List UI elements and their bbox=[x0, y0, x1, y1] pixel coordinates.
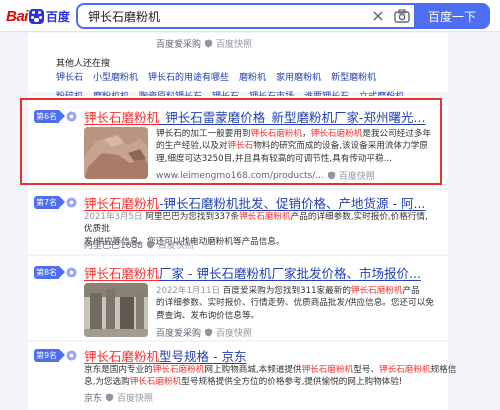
snippet-text: 京东是国内专业的 bbox=[84, 365, 153, 375]
related-row: 钾长石 小型磨粉机 钾长石的用途有哪些 磨粉机 家用磨粉机 新型磨粉机 bbox=[56, 70, 416, 83]
snippet-text: 的详细参数、实时报价、行情走势、优质商品批发/供应信息。您还可以免 bbox=[156, 298, 434, 309]
related-link[interactable]: 钾长石 bbox=[56, 70, 83, 83]
title-keyword: 钾长石磨粉机 bbox=[84, 196, 160, 211]
search-input[interactable] bbox=[78, 5, 348, 27]
result-title-9[interactable]: 钾长石磨粉机型号规格 - 京东 bbox=[84, 346, 434, 365]
result-meta-9: 京东 百度快照 bbox=[84, 391, 153, 404]
snapshot-link[interactable]: 百度快照 bbox=[216, 326, 252, 339]
result-title-7[interactable]: 钾长石磨粉机-钾长石磨粉机批发、促销价格、产地货源 - 阿... bbox=[84, 193, 434, 212]
shield-icon bbox=[204, 39, 213, 48]
related-link[interactable]: 钾长石的用途有哪些 bbox=[148, 70, 229, 83]
result-snippet-8: 2022年1月11日 百度爱采购为您找到311家最新的钾长石磨粉机产品 的详细参… bbox=[156, 285, 438, 322]
shield-icon bbox=[204, 328, 213, 337]
related-link[interactable]: 小型磨粉机 bbox=[93, 70, 138, 83]
shield-icon bbox=[327, 171, 335, 180]
factory-image bbox=[84, 283, 148, 337]
snippet-keyword: 钾长石磨粉机 bbox=[378, 365, 431, 375]
snippet-keyword: 钾长石磨粉机 bbox=[129, 377, 182, 388]
title-keyword: 钾长石磨粉机 bbox=[84, 110, 160, 125]
shield-icon bbox=[146, 240, 155, 249]
snippet-text: 规格信 bbox=[430, 365, 457, 375]
related-link[interactable]: 新型磨粉机 bbox=[331, 70, 376, 83]
rank-badge-7: 第7名 bbox=[34, 196, 65, 209]
related-link[interactable]: 家用磨粉机 bbox=[276, 70, 321, 83]
snippet-keyword: 钾长石磨粉机 bbox=[310, 129, 363, 139]
title-keyword: 钾长石磨粉机 bbox=[84, 349, 160, 364]
title-rest: -钾长石磨粉机批发、促销价格、产地货源 - 阿... bbox=[159, 196, 426, 211]
snippet-text: 产品 bbox=[402, 286, 420, 296]
snippet-keyword: 钾长石磨粉机 bbox=[239, 212, 291, 222]
related-link[interactable]: 磨粉机 bbox=[239, 70, 266, 83]
result-source[interactable]: 百度爱采购 bbox=[156, 326, 201, 339]
snippet-text: 息,为您选购 bbox=[84, 377, 130, 388]
snippet-keyword: 钾长石磨粉机 bbox=[152, 365, 205, 375]
snippet-date: 2021年3月5日 bbox=[84, 212, 143, 222]
snippet-text: 阿里巴巴为您找到337条 bbox=[145, 212, 240, 222]
info-icon bbox=[66, 350, 77, 361]
result-meta-7: 阿里巴巴1688 百度快照 bbox=[84, 238, 194, 251]
camera-icon[interactable] bbox=[393, 8, 411, 24]
related-searches-title: 其他人还在搜 bbox=[56, 59, 111, 69]
result-meta-8: 百度爱采购 百度快照 bbox=[156, 326, 252, 339]
snippet-keyword: 钾长石磨粉机 bbox=[301, 365, 354, 375]
snippet-text: 的生产经验,以及对 bbox=[156, 141, 228, 152]
snapshot-link[interactable]: 百度快照 bbox=[339, 169, 375, 182]
result-snippet-6: 钾长石的加工一般要用到钾长石磨粉机，钾长石磨粉机是我公司经过多年 的生产经验,以… bbox=[156, 128, 436, 165]
snippet-text: 百度爱采购为您找到311家最新的 bbox=[222, 286, 351, 296]
result-thumbnail-8[interactable] bbox=[84, 283, 148, 337]
snippet-text: ， bbox=[302, 129, 311, 139]
prev-source[interactable]: 百度爱采购 bbox=[156, 37, 201, 50]
result-source[interactable]: 阿里巴巴1688 bbox=[84, 238, 143, 251]
result-snippet-9: 京东是国内专业的钾长石磨粉机网上购物商城,本频道提供钾长石磨粉机型号、钾长石磨粉… bbox=[84, 364, 456, 389]
snippet-date: 2022年1月11日 bbox=[156, 286, 221, 296]
prev-snapshot-link[interactable]: 百度快照 bbox=[216, 37, 252, 50]
snapshot-link[interactable]: 百度快照 bbox=[117, 391, 153, 404]
snippet-text: 型号、 bbox=[353, 365, 379, 375]
rank-badge-9: 第9名 bbox=[34, 349, 65, 362]
result-source[interactable]: 京东 bbox=[84, 391, 102, 404]
rank-badge-8: 第8名 bbox=[34, 266, 65, 279]
title-rest: 厂家 - 钾长石磨粉机厂家批发价格、市场报价... bbox=[159, 266, 421, 281]
result-title-8[interactable]: 钾长石磨粉机厂家 - 钾长石磨粉机厂家批发价格、市场报价... bbox=[84, 263, 434, 282]
title-rest: _钾长石雷蒙磨价格_新型磨粉机厂家-郑州曙光... bbox=[159, 110, 426, 125]
search-box bbox=[76, 3, 414, 29]
snapshot-link[interactable]: 百度快照 bbox=[158, 238, 194, 251]
snippet-keyword: 钾长石磨粉机 bbox=[350, 286, 403, 296]
snippet-text: 型号规格提供全方位的价格参考,提供愉悦的网上购物体验! bbox=[181, 377, 403, 388]
snippet-text: 是我公司经过多年 bbox=[362, 129, 432, 139]
result-title-6[interactable]: 钾长石磨粉机_钾长石雷蒙磨价格_新型磨粉机厂家-郑州曙光... bbox=[84, 107, 434, 126]
result-meta-6: www.leimengmo168.com/products/... 百度快照 bbox=[156, 169, 375, 183]
search-header: Bai 百度 百度一下 bbox=[0, 0, 500, 32]
rank-badge-6: 第6名 bbox=[34, 110, 65, 123]
stone-image bbox=[84, 127, 148, 179]
info-icon bbox=[66, 267, 77, 278]
prev-result-meta: 百度爱采购 百度快照 bbox=[156, 37, 252, 50]
title-keyword: 钾长石磨粉机 bbox=[84, 266, 160, 281]
search-button[interactable]: 百度一下 bbox=[414, 3, 490, 29]
snippet-keyword: 钾长石 bbox=[227, 141, 254, 152]
snippet-text: 物料的研究而成的设备,该设备采用流体力学原 bbox=[253, 141, 428, 152]
snippet-text: 网上购物商城,本频道提供 bbox=[204, 365, 302, 375]
snippet-text: 理,细度可达3250目,并且具有较高的可调节性,具有传动平稳... bbox=[156, 153, 392, 164]
clear-icon[interactable] bbox=[370, 8, 386, 24]
baidu-logo[interactable]: Bai 百度 bbox=[6, 6, 70, 26]
logo-text-du: 百度 bbox=[45, 9, 70, 24]
snippet-text: 费查询、发布询价信息等。 bbox=[156, 310, 260, 321]
snippet-text: 钾长石的加工一般要用到 bbox=[156, 129, 251, 139]
paw-icon bbox=[28, 8, 44, 24]
result-thumbnail-6[interactable] bbox=[84, 127, 148, 179]
title-rest: 型号规格 - 京东 bbox=[159, 349, 247, 364]
result-url[interactable]: www.leimengmo168.com/products/... bbox=[156, 171, 324, 181]
snippet-keyword: 钾长石磨粉机 bbox=[250, 129, 303, 139]
info-icon bbox=[66, 197, 77, 208]
logo-text-bai: Bai bbox=[6, 7, 28, 25]
info-icon bbox=[66, 111, 77, 122]
shield-icon bbox=[105, 393, 114, 402]
